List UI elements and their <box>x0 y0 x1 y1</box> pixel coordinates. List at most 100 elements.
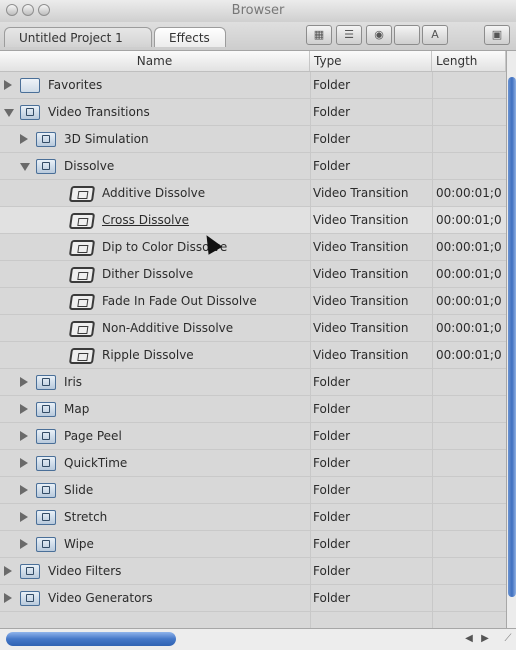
disclosure-triangle-closed-icon[interactable] <box>4 593 12 603</box>
scroll-left-arrow-icon[interactable]: ◀ <box>462 632 476 646</box>
locked-folder-icon <box>36 402 56 417</box>
table-row[interactable]: Iris Folder <box>0 369 506 396</box>
disclosure-triangle-closed-icon[interactable] <box>20 539 28 549</box>
type-cell: Video Transition <box>313 267 409 281</box>
table-row[interactable]: Video Transitions Folder <box>0 99 506 126</box>
folder-icon <box>20 78 40 93</box>
row-label: Video Generators <box>48 591 153 605</box>
row-label: QuickTime <box>64 456 128 470</box>
video-transition-icon <box>68 321 96 337</box>
type-cell: Video Transition <box>313 240 409 254</box>
table-row[interactable]: Slide Folder <box>0 477 506 504</box>
row-label: Fade In Fade Out Dissolve <box>102 294 257 308</box>
row-label: 3D Simulation <box>64 132 149 146</box>
column-type[interactable]: Type <box>310 51 432 71</box>
table-row[interactable]: Ripple Dissolve Video Transition 00:00:0… <box>0 342 506 369</box>
view-icon[interactable]: ▦ <box>306 25 332 45</box>
name-cell: Cross Dissolve <box>0 207 308 234</box>
table-row[interactable]: Dip to Color Dissolve Video Transition 0… <box>0 234 506 261</box>
length-cell <box>436 585 506 612</box>
locked-folder-icon <box>36 483 56 498</box>
table-row[interactable]: Page Peel Folder <box>0 423 506 450</box>
disclosure-triangle-open-icon[interactable] <box>20 163 30 171</box>
disclosure-triangle-closed-icon[interactable] <box>4 566 12 576</box>
table-row[interactable]: Wipe Folder <box>0 531 506 558</box>
length-cell <box>436 423 506 450</box>
table-row[interactable]: Favorites Folder <box>0 72 506 99</box>
column-name[interactable]: Name <box>0 51 310 71</box>
disclosure-triangle-closed-icon[interactable] <box>20 512 28 522</box>
list-icon[interactable]: ☰ <box>336 25 362 45</box>
vertical-scroll-thumb[interactable] <box>508 77 516 597</box>
table-row[interactable]: Dissolve Folder <box>0 153 506 180</box>
row-label: Stretch <box>64 510 108 524</box>
disclosure-triangle-closed-icon[interactable] <box>20 134 28 144</box>
table-row[interactable]: Video Filters Folder <box>0 558 506 585</box>
name-cell: 3D Simulation <box>0 126 308 153</box>
name-cell: Additive Dissolve <box>0 180 308 207</box>
disclosure-triangle-closed-icon[interactable] <box>20 485 28 495</box>
length-cell: 00:00:01;0 <box>436 213 502 227</box>
locked-folder-icon <box>36 375 56 390</box>
table-row[interactable]: Additive Dissolve Video Transition 00:00… <box>0 180 506 207</box>
table-row[interactable]: Cross Dissolve Video Transition 00:00:01… <box>0 207 506 234</box>
locked-folder-icon <box>36 510 56 525</box>
length-cell: 00:00:01;0 <box>436 186 502 200</box>
table-row[interactable]: Non-Additive Dissolve Video Transition 0… <box>0 315 506 342</box>
column-length[interactable]: Length <box>432 51 506 71</box>
row-label: Slide <box>64 483 94 497</box>
table-row[interactable]: 3D Simulation Folder <box>0 126 506 153</box>
video-transition-icon <box>68 348 96 364</box>
table-row[interactable]: Video Generators Folder <box>0 585 506 612</box>
tab-untitled-project[interactable]: Untitled Project 1 <box>4 27 152 47</box>
scroll-right-arrow-icon[interactable]: ▶ <box>478 632 492 646</box>
type-cell: Folder <box>313 483 351 497</box>
text-icon[interactable]: A <box>422 25 448 45</box>
resize-handle-icon[interactable]: ⟋ <box>502 633 514 645</box>
type-cell: Folder <box>313 510 351 524</box>
name-cell: Stretch <box>0 504 308 531</box>
video-transition-icon <box>68 294 96 310</box>
disclosure-triangle-open-icon[interactable] <box>4 109 14 117</box>
tab-effects[interactable]: Effects <box>154 27 226 47</box>
length-cell: 00:00:01;0 <box>436 321 502 335</box>
vertical-scrollbar[interactable] <box>506 51 516 628</box>
table-header: Name Type Length <box>0 51 506 72</box>
type-cell: Video Transition <box>313 213 409 227</box>
disclosure-triangle-closed-icon[interactable] <box>20 404 28 414</box>
name-cell: Wipe <box>0 531 308 558</box>
length-cell <box>436 450 506 477</box>
type-cell: Folder <box>313 132 351 146</box>
type-cell: Video Transition <box>313 321 409 335</box>
length-cell <box>436 396 506 423</box>
length-cell <box>436 72 506 99</box>
effects-icon[interactable]: ◉ <box>366 25 392 45</box>
blank-icon[interactable] <box>394 25 420 45</box>
row-label: Non-Additive Dissolve <box>102 321 234 335</box>
length-cell: 00:00:01;0 <box>436 267 502 281</box>
table-row[interactable]: Map Folder <box>0 396 506 423</box>
locked-folder-icon <box>20 105 40 120</box>
table-row[interactable]: Fade In Fade Out Dissolve Video Transiti… <box>0 288 506 315</box>
table-row[interactable]: Stretch Folder <box>0 504 506 531</box>
table-row[interactable]: QuickTime Folder <box>0 450 506 477</box>
name-cell: Video Transitions <box>0 99 308 126</box>
disclosure-triangle-closed-icon[interactable] <box>20 458 28 468</box>
row-label: Dither Dissolve <box>102 267 194 281</box>
table-row[interactable]: Dither Dissolve Video Transition 00:00:0… <box>0 261 506 288</box>
locked-folder-icon <box>36 456 56 471</box>
disclosure-triangle-closed-icon[interactable] <box>20 431 28 441</box>
horizontal-scroll-thumb[interactable] <box>6 632 176 646</box>
length-cell <box>436 153 506 180</box>
row-label: Dissolve <box>64 159 115 173</box>
grid-icon[interactable]: ▣ <box>484 25 510 45</box>
type-cell: Video Transition <box>313 348 409 362</box>
row-label: Cross Dissolve <box>102 213 189 227</box>
disclosure-triangle-closed-icon[interactable] <box>20 377 28 387</box>
disclosure-triangle-closed-icon[interactable] <box>4 80 12 90</box>
type-cell: Folder <box>313 105 351 119</box>
type-cell: Folder <box>313 375 351 389</box>
type-cell: Folder <box>313 456 351 470</box>
length-cell <box>436 126 506 153</box>
horizontal-scrollbar[interactable]: ◀ ▶ ⟋ <box>0 628 516 650</box>
